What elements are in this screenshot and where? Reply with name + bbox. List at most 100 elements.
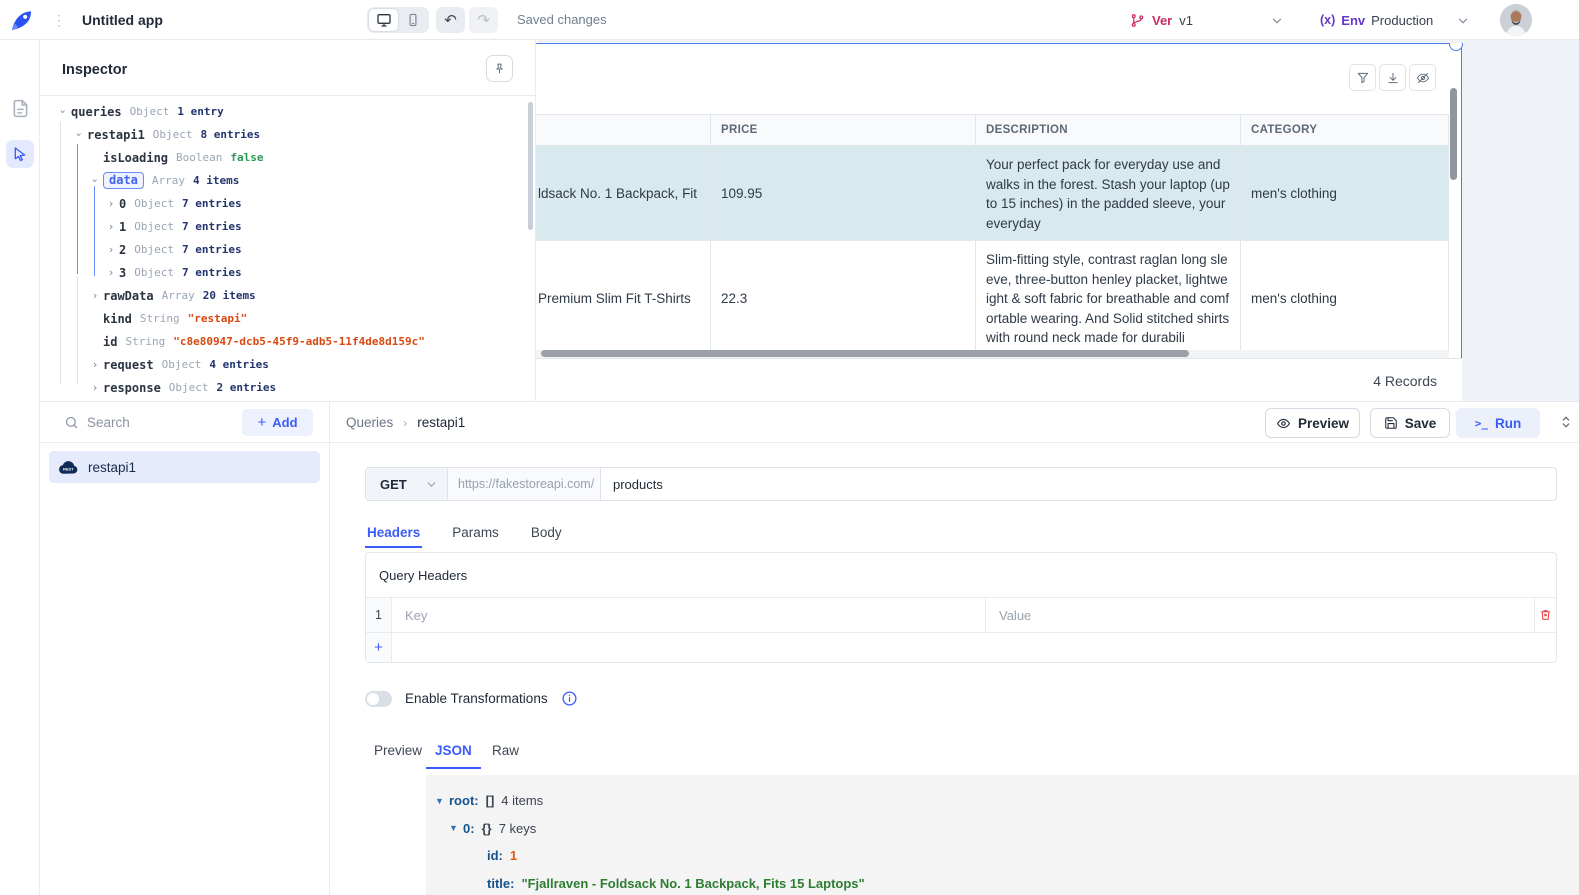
breadcrumb-section[interactable]: Queries (346, 415, 393, 430)
tree-type: String (125, 335, 165, 348)
canvas-resize-handle[interactable] (1449, 43, 1463, 51)
environment-chevron-icon[interactable] (1456, 14, 1470, 28)
table-hide-columns-button[interactable] (1409, 64, 1436, 91)
tree-chevron-icon[interactable]: › (87, 289, 103, 302)
inspector-tree-row[interactable]: › data Array 4 items (40, 169, 535, 192)
undo-button[interactable]: ↶ (436, 7, 465, 33)
response-tab[interactable]: Raw (483, 743, 528, 769)
inspector-tree-row[interactable]: › queries Object 1 entry (40, 100, 535, 123)
transformations-row: Enable Transformations (365, 690, 578, 707)
header-key-input[interactable]: Key (392, 598, 986, 632)
tree-chevron-icon[interactable]: › (73, 127, 86, 143)
preview-button-label: Preview (1298, 416, 1349, 431)
table-horizontal-scrollbar[interactable] (536, 350, 1449, 358)
inspector-tree-row[interactable]: › restapi1 Object 8 entries (40, 123, 535, 146)
tree-chevron-icon[interactable]: › (57, 104, 70, 120)
tree-chevron-icon[interactable]: › (103, 266, 119, 279)
json-row[interactable]: ▼ 0: {} 7 keys (426, 815, 1579, 843)
mobile-view-button[interactable] (398, 9, 427, 31)
search-input[interactable]: Search (87, 415, 130, 430)
pin-button[interactable] (486, 55, 513, 82)
tree-key: 1 (119, 220, 126, 234)
query-list-item[interactable]: REST restapi1 (49, 451, 320, 483)
cell-category[interactable]: men's clothing (1241, 146, 1449, 240)
git-branch-icon (1130, 13, 1145, 28)
inspector-tree-row[interactable]: › rawData Array 20 items (40, 284, 535, 307)
inspector-tree-row[interactable]: isLoading Boolean false (40, 146, 535, 169)
request-tab[interactable]: Body (529, 518, 564, 548)
tree-chevron-icon[interactable]: › (87, 358, 103, 371)
save-floppy-icon (1384, 416, 1398, 430)
inspector-tree-row[interactable]: › request Object 4 entries (40, 353, 535, 376)
table-row[interactable]: ldsack No. 1 Backpack, Fit 109.95 Your p… (536, 146, 1449, 241)
info-icon[interactable] (561, 690, 578, 707)
inspector-tree-row[interactable]: › 2 Object 7 entries (40, 238, 535, 261)
response-tab[interactable]: JSON (426, 743, 481, 769)
appsmith-logo-icon[interactable] (9, 7, 35, 33)
http-method-select[interactable]: GET (366, 468, 448, 500)
cell-title[interactable]: Premium Slim Fit T-Shirts (536, 241, 711, 355)
preview-button[interactable]: Preview (1265, 408, 1360, 438)
scrollbar-thumb[interactable] (541, 350, 1189, 357)
cell-description[interactable]: Slim-fitting style, contrast raglan long… (976, 241, 1241, 355)
header-value-input[interactable]: Value (986, 598, 1535, 632)
cell-title[interactable]: ldsack No. 1 Backpack, Fit (536, 146, 711, 240)
app-menu-kebab-icon[interactable]: ⋮ (52, 9, 64, 31)
inspector-tree-row[interactable]: › 1 Object 7 entries (40, 215, 535, 238)
table-row[interactable]: Premium Slim Fit T-Shirts 22.3 Slim-fitt… (536, 241, 1449, 356)
tree-chevron-icon[interactable]: › (103, 197, 119, 210)
delete-header-row-button[interactable] (1535, 598, 1556, 632)
add-query-button[interactable]: + Add (242, 409, 313, 436)
canvas-area[interactable]: PRICE DESCRIPTION CATEGORY ldsack No. 1 … (537, 40, 1579, 401)
tree-chevron-icon[interactable]: › (103, 220, 119, 233)
column-header-price[interactable]: PRICE (711, 115, 976, 145)
user-avatar[interactable] (1500, 4, 1532, 36)
json-row[interactable]: ▼ id: 1 (426, 842, 1579, 870)
json-key: root: (449, 793, 479, 808)
response-tab[interactable]: Preview (365, 743, 431, 769)
inspector-tree-row[interactable]: › 3 Object 7 entries (40, 261, 535, 284)
save-button[interactable]: Save (1370, 408, 1450, 438)
tree-chevron-icon[interactable]: › (89, 173, 102, 189)
enable-transformations-toggle[interactable] (365, 691, 392, 707)
inspector-tree-row[interactable]: id String "c8e80947-dcb5-45f9-adb5-11f4d… (40, 330, 535, 353)
scrollbar-thumb[interactable] (1450, 88, 1457, 180)
inspector-tree-row[interactable]: kind String "restapi" (40, 307, 535, 330)
expand-arrow-icon[interactable]: ▼ (449, 823, 463, 833)
table-filter-button[interactable] (1349, 64, 1376, 91)
version-selector[interactable]: Ver v1 (1130, 0, 1193, 40)
tree-type: Object (134, 197, 174, 210)
cell-category[interactable]: men's clothing (1241, 241, 1449, 355)
inspector-tree-row[interactable]: › response Object 2 entries (40, 376, 535, 399)
collapse-panel-button[interactable] (1558, 414, 1574, 430)
column-header-title[interactable] (536, 115, 711, 145)
table-download-button[interactable] (1379, 64, 1406, 91)
tree-value: "restapi" (188, 312, 248, 325)
cell-price[interactable]: 22.3 (711, 241, 976, 355)
request-tab[interactable]: Headers (365, 518, 422, 548)
url-path-input[interactable]: products (601, 468, 1556, 500)
tree-chevron-icon[interactable]: › (103, 243, 119, 256)
desktop-view-button[interactable] (369, 9, 398, 31)
cell-description[interactable]: Your perfect pack for everyday use and w… (976, 146, 1241, 240)
inspector-tree-row[interactable]: › 0 Object 7 entries (40, 192, 535, 215)
inspector-scrollbar[interactable] (528, 102, 533, 230)
run-button[interactable]: >_ Run (1456, 408, 1540, 438)
app-title[interactable]: Untitled app (82, 0, 163, 40)
cell-price[interactable]: 109.95 (711, 146, 976, 240)
column-header-description[interactable]: DESCRIPTION (976, 115, 1241, 145)
app-page[interactable]: PRICE DESCRIPTION CATEGORY ldsack No. 1 … (536, 43, 1462, 401)
environment-selector[interactable]: (x) Env Production (1320, 0, 1433, 40)
pages-icon[interactable] (10, 98, 31, 119)
select-tool-button[interactable] (6, 140, 34, 168)
tree-chevron-icon[interactable]: › (87, 381, 103, 394)
version-chevron-icon[interactable] (1270, 14, 1284, 28)
column-header-category[interactable]: CATEGORY (1241, 115, 1449, 145)
redo-button[interactable]: ↷ (469, 7, 498, 33)
json-row[interactable]: ▼ title: "Fjallraven - Foldsack No. 1 Ba… (426, 870, 1579, 895)
expand-arrow-icon[interactable]: ▼ (435, 796, 449, 806)
request-tab[interactable]: Params (450, 518, 501, 548)
table-vertical-scrollbar[interactable] (1450, 76, 1458, 318)
add-header-row-button[interactable]: + (366, 633, 392, 662)
json-row[interactable]: ▼ root: [] 4 items (426, 787, 1579, 815)
